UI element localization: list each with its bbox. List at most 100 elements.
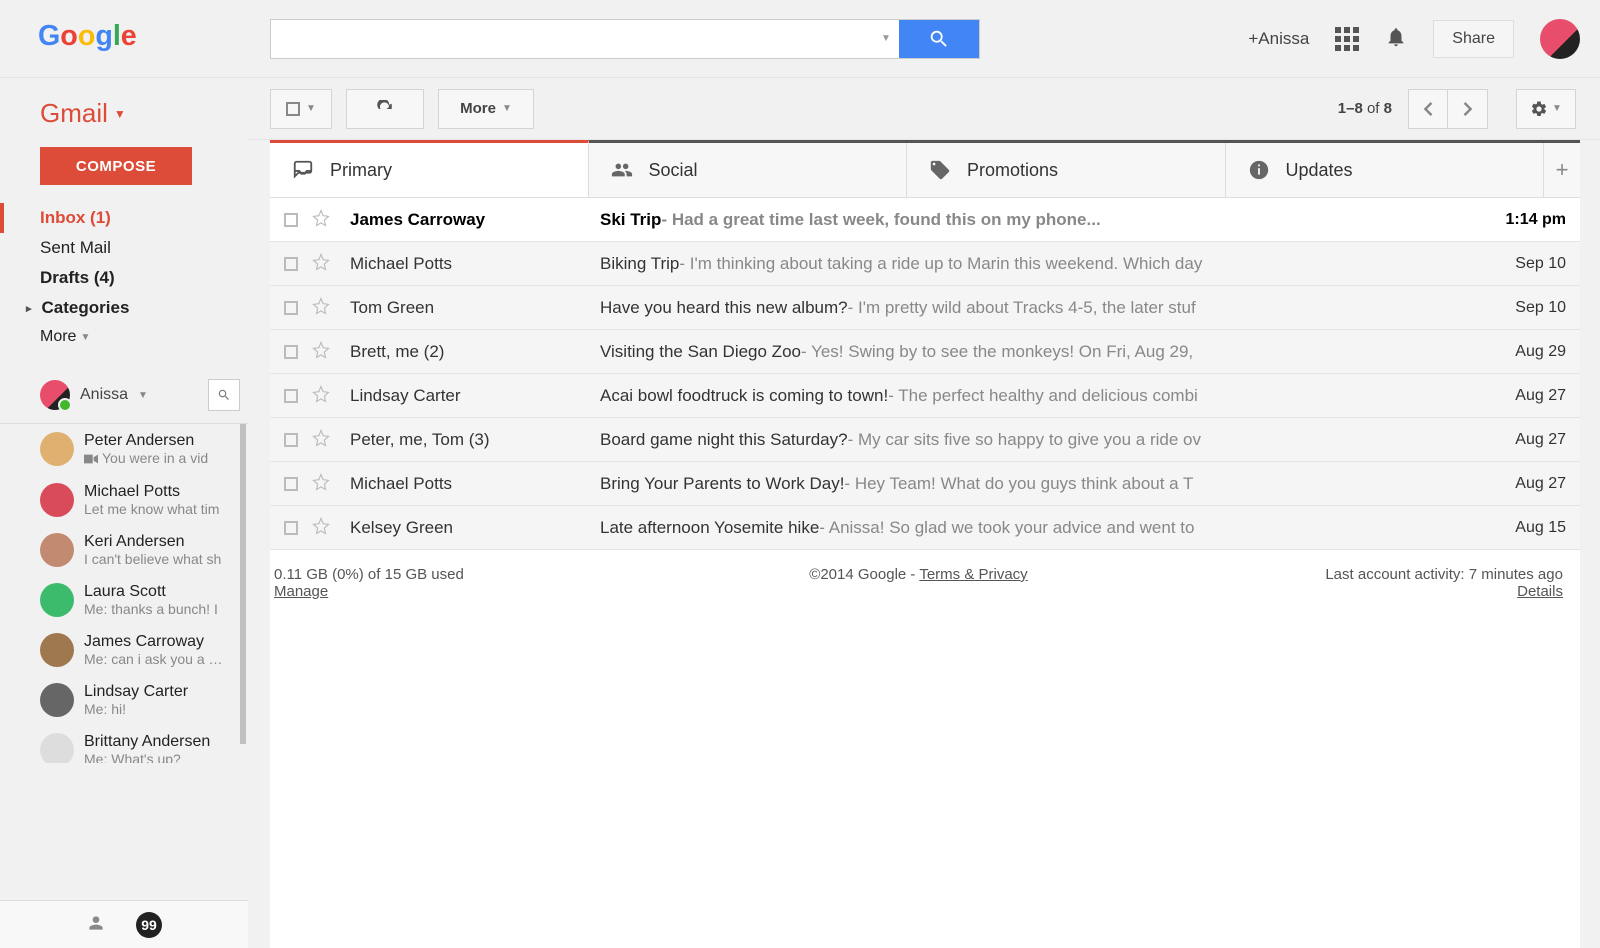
mail-checkbox[interactable] (284, 257, 298, 271)
copyright-text: ©2014 Google - (809, 566, 919, 583)
nav-more[interactable]: More▼ (40, 323, 248, 351)
activity-details-link[interactable]: Details (1517, 583, 1563, 600)
apps-icon[interactable] (1335, 27, 1359, 51)
tab-primary[interactable]: Primary (270, 140, 589, 197)
mail-star[interactable] (312, 297, 350, 318)
mail-sender: Tom Green (350, 298, 600, 318)
mail-date: Aug 27 (1486, 431, 1566, 449)
compose-button[interactable]: COMPOSE (40, 147, 192, 185)
mail-star[interactable] (312, 341, 350, 362)
mail-row[interactable]: Peter, me, Tom (3)Board game night this … (270, 418, 1580, 462)
activity-text: Last account activity: 7 minutes ago (1133, 566, 1563, 583)
mail-sender: James Carroway (350, 210, 600, 230)
mail-date: Aug 27 (1486, 475, 1566, 493)
mail-star[interactable] (312, 517, 350, 538)
mail-row[interactable]: Brett, me (2)Visiting the San Diego ZooY… (270, 330, 1580, 374)
hangouts-tab-icon[interactable]: 99 (136, 912, 162, 938)
mail-sender: Peter, me, Tom (3) (350, 430, 600, 450)
mail-date: Aug 27 (1486, 387, 1566, 405)
chat-item[interactable]: Keri AndersenI can't believe what sh (0, 525, 248, 575)
pagination-info: 1–8 of 8 (1338, 100, 1392, 117)
mail-checkbox[interactable] (284, 477, 298, 491)
footer-info: 0.11 GB (0%) of 15 GB used Manage ©2014 … (270, 550, 1580, 600)
chat-item[interactable]: Lindsay CarterMe: hi! (0, 675, 248, 725)
chat-user-avatar[interactable] (40, 380, 70, 410)
manage-storage-link[interactable]: Manage (274, 583, 328, 600)
next-page-button[interactable] (1448, 89, 1488, 129)
mail-row[interactable]: Lindsay CarterAcai bowl foodtruck is com… (270, 374, 1580, 418)
mail-subject-wrap: Board game night this Saturday?My car si… (600, 430, 1486, 450)
nav-categories[interactable]: Categories (40, 293, 248, 323)
search-input[interactable] (271, 20, 873, 58)
category-tabs: Primary Social Promotions Updates + (270, 140, 1580, 198)
chat-item[interactable]: Michael PottsLet me know what tim (0, 475, 248, 525)
nav-sent[interactable]: Sent Mail (40, 233, 248, 263)
chat-search-button[interactable] (208, 379, 240, 411)
chat-name: Lindsay Carter (84, 683, 188, 701)
mail-row[interactable]: Tom GreenHave you heard this new album?I… (270, 286, 1580, 330)
chevron-left-icon (1423, 102, 1433, 116)
share-button[interactable]: Share (1433, 20, 1514, 58)
chat-item[interactable]: Laura ScottMe: thanks a bunch! I (0, 575, 248, 625)
chat-preview: Me: What's up? (84, 751, 210, 763)
nav-drafts[interactable]: Drafts (4) (40, 263, 248, 293)
mail-star[interactable] (312, 385, 350, 406)
profile-avatar[interactable] (1540, 19, 1580, 59)
prev-page-button[interactable] (1408, 89, 1448, 129)
mail-checkbox[interactable] (284, 389, 298, 403)
more-button[interactable]: More▼ (438, 89, 534, 129)
mail-checkbox[interactable] (284, 345, 298, 359)
terms-privacy-link[interactable]: Terms & Privacy (919, 566, 1027, 583)
chat-header: Anissa ▼ (0, 379, 248, 411)
gmail-product-menu[interactable]: Gmail▼ (0, 98, 248, 129)
chat-item[interactable]: James CarrowayMe: can i ask you a qu (0, 625, 248, 675)
mail-star[interactable] (312, 209, 350, 230)
mail-subject-wrap: Late afternoon Yosemite hikeAnissa! So g… (600, 518, 1486, 538)
mail-row[interactable]: Michael PottsBiking TripI'm thinking abo… (270, 242, 1580, 286)
google-logo[interactable]: Google (38, 14, 190, 64)
chat-name: Keri Andersen (84, 533, 221, 551)
mail-checkbox[interactable] (284, 433, 298, 447)
mail-sender: Lindsay Carter (350, 386, 600, 406)
mail-checkbox[interactable] (284, 213, 298, 227)
chevron-right-icon (1463, 102, 1473, 116)
tab-social[interactable]: Social (589, 143, 908, 197)
chat-name: Peter Andersen (84, 432, 208, 450)
mail-date: Sep 10 (1486, 255, 1566, 273)
mail-star[interactable] (312, 253, 350, 274)
mail-row[interactable]: James CarrowaySki TripHad a great time l… (270, 198, 1580, 242)
search-options-dropdown[interactable]: ▼ (873, 20, 899, 58)
chat-avatar (40, 432, 74, 466)
chat-user-menu-caret[interactable]: ▼ (138, 390, 148, 401)
mail-date: Aug 29 (1486, 343, 1566, 361)
contacts-tab-icon[interactable] (86, 913, 106, 936)
chat-item[interactable]: Peter AndersenYou were in a vid (0, 424, 248, 475)
chat-user-name[interactable]: Anissa (80, 386, 128, 404)
mail-row[interactable]: Michael PottsBring Your Parents to Work … (270, 462, 1580, 506)
tab-updates[interactable]: Updates (1226, 143, 1545, 197)
mail-row[interactable]: Kelsey GreenLate afternoon Yosemite hike… (270, 506, 1580, 550)
chat-list[interactable]: Peter AndersenYou were in a vidMichael P… (0, 423, 248, 763)
mail-star[interactable] (312, 473, 350, 494)
search-button[interactable] (899, 20, 979, 58)
chat-item[interactable]: Brittany AndersenMe: What's up? (0, 725, 248, 763)
tab-promotions[interactable]: Promotions (907, 143, 1226, 197)
mail-sender: Kelsey Green (350, 518, 600, 538)
mail-list: James CarrowaySki TripHad a great time l… (270, 198, 1580, 550)
notifications-icon[interactable] (1385, 26, 1407, 51)
tab-add-button[interactable]: + (1544, 143, 1580, 197)
main-content: Primary Social Promotions Updates + Jame… (270, 140, 1580, 948)
select-all-toggle[interactable]: ▼ (270, 89, 332, 129)
mail-subject-wrap: Visiting the San Diego ZooYes! Swing by … (600, 342, 1486, 362)
mail-checkbox[interactable] (284, 301, 298, 315)
inbox-icon (292, 159, 314, 181)
settings-button[interactable]: ▼ (1516, 89, 1576, 129)
refresh-button[interactable] (346, 89, 424, 129)
mail-subject-wrap: Acai bowl foodtruck is coming to town!Th… (600, 386, 1486, 406)
mail-date: Sep 10 (1486, 299, 1566, 317)
nav-inbox[interactable]: Inbox (1) (0, 203, 248, 233)
gear-icon (1530, 100, 1548, 118)
mail-checkbox[interactable] (284, 521, 298, 535)
plus-user-link[interactable]: +Anissa (1248, 29, 1309, 49)
mail-star[interactable] (312, 429, 350, 450)
